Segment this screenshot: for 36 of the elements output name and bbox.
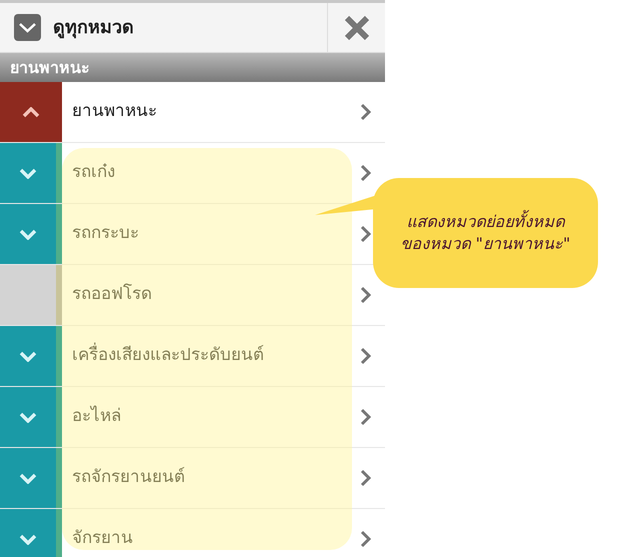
close-icon	[344, 14, 370, 40]
expand-toggle[interactable]	[0, 387, 62, 447]
chevron-down-icon	[19, 472, 37, 484]
chevron-down-icon	[19, 228, 37, 240]
expand-toggle[interactable]	[0, 143, 62, 203]
category-label[interactable]: อะไหล่	[72, 404, 121, 430]
chevron-down-icon	[19, 412, 37, 422]
expand-toggle[interactable]	[0, 204, 62, 264]
chevron-right-icon[interactable]	[360, 103, 371, 121]
category-label[interactable]: ยานพาหนะ	[72, 99, 157, 125]
expand-toggle[interactable]	[0, 82, 62, 142]
expand-toggle[interactable]	[0, 448, 62, 508]
callout-text: แสดงหมวดย่อยทั้งหมด ของหมวด "ยานพาหนะ"	[400, 211, 570, 255]
category-label[interactable]: รถกระบะ	[72, 221, 139, 247]
chevron-right-icon[interactable]	[360, 530, 371, 548]
chevron-right-icon[interactable]	[360, 225, 371, 243]
header-title: ดูทุกหมวด	[53, 16, 134, 40]
expand-toggle[interactable]	[0, 265, 62, 325]
chevron-right-icon[interactable]	[360, 286, 371, 304]
chevron-right-icon[interactable]	[360, 164, 371, 182]
category-label[interactable]: รถออฟโรด	[72, 282, 152, 308]
section-header: ยานพาหนะ	[0, 53, 385, 82]
chevron-down-icon	[19, 534, 37, 544]
category-label[interactable]: รถจักรยานยนต์	[72, 465, 185, 491]
dropdown-icon[interactable]	[14, 14, 41, 41]
expand-toggle[interactable]	[0, 326, 62, 386]
chevron-right-icon[interactable]	[360, 347, 371, 365]
chevron-right-icon[interactable]	[360, 408, 371, 426]
chevron-down-icon	[19, 350, 37, 362]
category-label[interactable]: รถเก๋ง	[72, 160, 115, 186]
chevron-up-icon	[22, 106, 40, 118]
expand-toggle[interactable]	[0, 509, 62, 557]
chevron-right-icon[interactable]	[360, 469, 371, 487]
chevron-down-icon	[19, 168, 37, 178]
category-label[interactable]: จักรยาน	[72, 526, 133, 552]
category-label[interactable]: เครื่องเสียงและประดับยนต์	[72, 343, 264, 369]
